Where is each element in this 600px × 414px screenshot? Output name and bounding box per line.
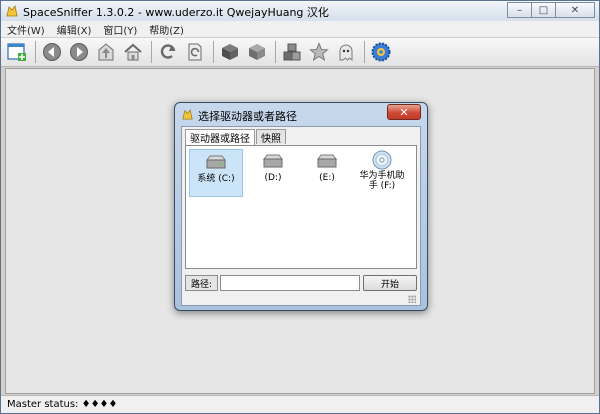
menu-window[interactable]: 窗口(Y) xyxy=(103,22,137,37)
resize-grip[interactable] xyxy=(408,295,416,303)
start-button[interactable]: 开始 xyxy=(363,275,417,291)
cd-drive-icon xyxy=(372,150,392,170)
cubes-icon xyxy=(283,43,301,61)
ghost-icon xyxy=(339,44,353,62)
toolbar-separator xyxy=(151,41,152,63)
master-status: Master status: ♦♦♦♦ xyxy=(7,399,118,410)
tab-snapshot[interactable]: 快照 xyxy=(256,129,286,145)
new-window-button[interactable] xyxy=(6,41,28,63)
menu-edit[interactable]: 编辑(X) xyxy=(57,22,92,37)
back-icon xyxy=(43,43,61,61)
refresh-button[interactable] xyxy=(157,41,179,63)
home-icon xyxy=(124,43,142,61)
drive-item-f[interactable]: 华为手机助 手 (F:) xyxy=(352,149,412,197)
path-row: 路径: 开始 xyxy=(185,275,417,291)
refresh-doc-icon xyxy=(188,43,202,61)
toolbar-separator xyxy=(364,41,365,63)
drive-item-e[interactable]: (E:) xyxy=(300,149,354,197)
toolbar-separator xyxy=(213,41,214,63)
forward-icon xyxy=(70,43,88,61)
back-button[interactable] xyxy=(41,41,63,63)
close-button[interactable]: ✕ xyxy=(555,2,595,18)
menu-file[interactable]: 文件(W) xyxy=(7,22,45,37)
tag-button[interactable] xyxy=(246,41,268,63)
hard-drive-icon xyxy=(263,154,283,168)
tab-drive-or-path[interactable]: 驱动器或路径 xyxy=(185,129,255,145)
dialog-title-bar[interactable]: 选择驱动器或者路径 ✕ xyxy=(175,103,427,125)
toolbar-separator xyxy=(275,41,276,63)
dialog-tabs: 驱动器或路径 快照 xyxy=(185,129,287,145)
minimize-button[interactable]: – xyxy=(507,2,532,18)
up-button[interactable] xyxy=(95,41,117,63)
maximize-button[interactable]: □ xyxy=(531,2,556,18)
drive-label: 华为手机助 手 (F:) xyxy=(359,171,405,191)
home-button[interactable] xyxy=(122,41,144,63)
refresh-document-button[interactable] xyxy=(184,41,206,63)
menu-help[interactable]: 帮助(Z) xyxy=(149,22,184,37)
gear-icon xyxy=(371,42,391,62)
drive-label: 系统 (C:) xyxy=(197,174,235,184)
cube-light-icon xyxy=(249,44,265,60)
cube-dark-icon xyxy=(222,44,238,60)
drive-item-c[interactable]: 系统 (C:) xyxy=(189,149,243,197)
drive-label: (E:) xyxy=(319,173,335,183)
title-bar[interactable]: SpaceSniffer 1.3.0.2 - www.uderzo.it Qwe… xyxy=(1,1,599,21)
hard-drive-icon xyxy=(206,155,226,169)
dialog-title: 选择驱动器或者路径 xyxy=(198,110,297,123)
toolbar xyxy=(1,38,599,67)
drive-item-d[interactable]: (D:) xyxy=(246,149,300,197)
menu-bar: 文件(W) 编辑(X) 窗口(Y) 帮助(Z) xyxy=(1,21,599,38)
settings-button[interactable] xyxy=(370,41,392,63)
hard-drive-icon xyxy=(317,154,337,168)
forward-button[interactable] xyxy=(68,41,90,63)
toolbar-separator xyxy=(35,41,36,63)
refresh-icon xyxy=(160,44,176,59)
window-title: SpaceSniffer 1.3.0.2 - www.uderzo.it Qwe… xyxy=(23,6,329,19)
new-window-icon xyxy=(7,43,26,61)
window-controls: – □ ✕ xyxy=(507,2,595,18)
dialog-close-button[interactable]: ✕ xyxy=(387,104,421,120)
drive-list: 系统 (C:) (D:) (E:) 华为手机助 手 (F:) xyxy=(185,145,417,269)
path-label: 路径: xyxy=(185,275,218,291)
status-bar: Master status: ♦♦♦♦ xyxy=(1,395,599,413)
up-icon xyxy=(98,43,114,61)
app-icon xyxy=(182,108,193,120)
dialog-body: 驱动器或路径 快照 系统 (C:) (D:) (E:) 华为手机助 手 (F:)… xyxy=(181,126,421,306)
ghost-button[interactable] xyxy=(335,41,357,63)
cubes-button[interactable] xyxy=(281,41,303,63)
drive-label: (D:) xyxy=(264,173,282,183)
app-icon xyxy=(6,5,18,17)
select-drive-dialog: 选择驱动器或者路径 ✕ 驱动器或路径 快照 系统 (C:) (D:) (E:) … xyxy=(174,102,428,311)
star-icon xyxy=(309,42,329,62)
path-input[interactable] xyxy=(220,275,360,291)
filter-button[interactable] xyxy=(219,41,241,63)
app-window: SpaceSniffer 1.3.0.2 - www.uderzo.it Qwe… xyxy=(0,0,600,414)
favorites-button[interactable] xyxy=(308,41,330,63)
